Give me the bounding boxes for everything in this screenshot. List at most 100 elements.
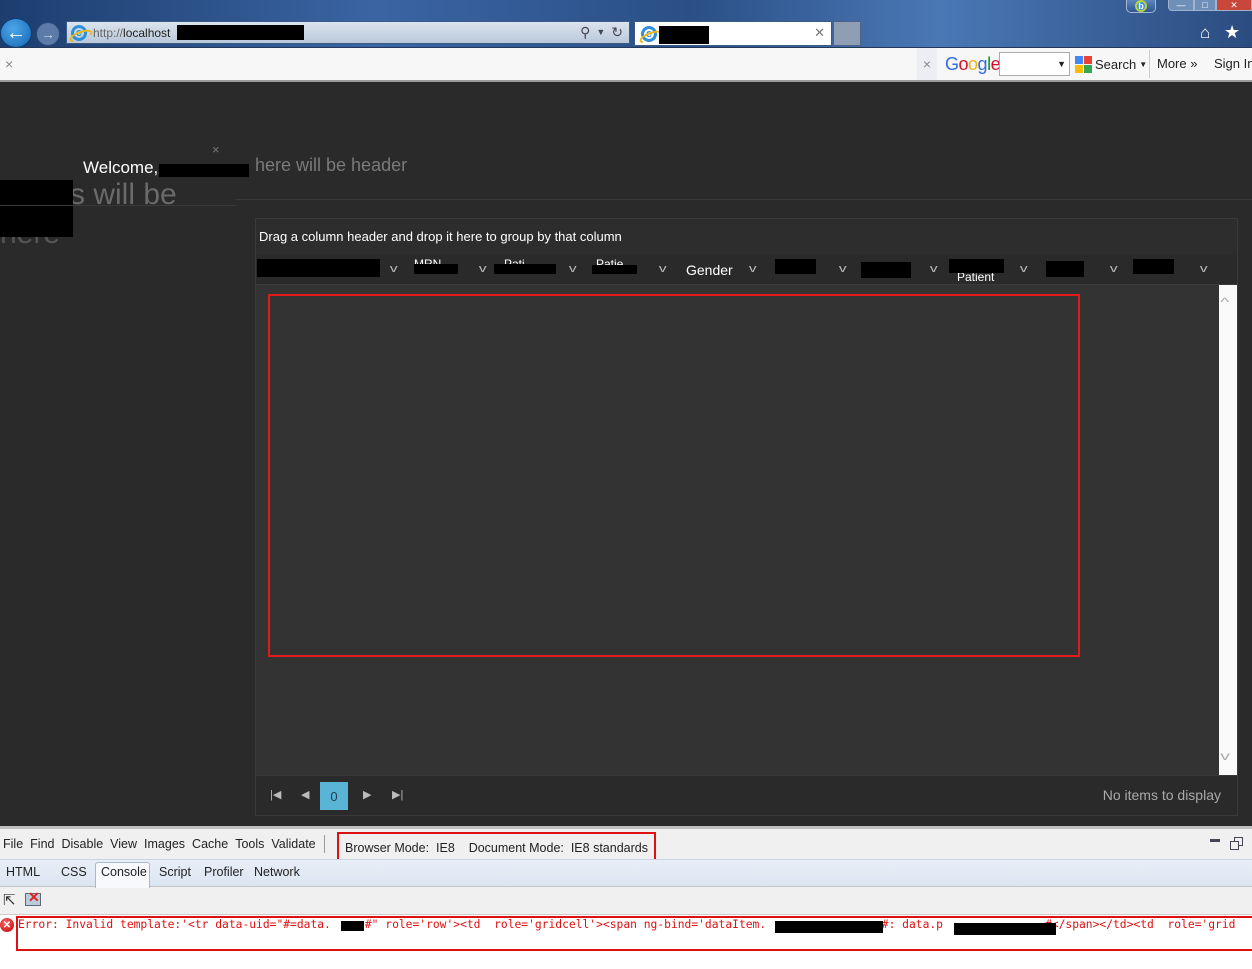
ie-tab-icon: e <box>641 25 657 42</box>
document-mode-selector[interactable]: Document Mode: IE8 standards <box>469 841 648 855</box>
vertical-scrollbar[interactable]: ^ v <box>1219 285 1237 775</box>
column-menu-icon[interactable]: v <box>479 263 487 275</box>
column-menu-icon[interactable]: v <box>390 263 398 275</box>
document-mode-value: IE8 standards <box>570 841 648 855</box>
refresh-icon[interactable]: ↻ <box>611 24 623 41</box>
last-page-icon[interactable]: ▶| <box>392 788 403 801</box>
undock-devtools-icon[interactable] <box>1230 837 1244 851</box>
menu-find[interactable]: Find <box>30 837 54 851</box>
tab-profiler[interactable]: Profiler <box>204 865 244 879</box>
console-toolbar: ⇱ ✕ <box>0 887 1252 915</box>
redacted-column-label <box>414 264 458 274</box>
forward-button[interactable]: → <box>36 22 60 46</box>
close-toolbar-icon[interactable]: × <box>5 56 13 72</box>
scroll-down-icon[interactable]: v <box>1220 749 1230 763</box>
more-button[interactable]: More » <box>1157 56 1197 71</box>
arrow-left-icon: ← <box>6 21 26 44</box>
grid-pager: |◀ ◀ 0 ▶ ▶| No items to display <box>256 775 1237 815</box>
column-menu-icon[interactable]: v <box>839 263 847 275</box>
sidebar-divider <box>0 205 236 206</box>
header-placeholder: here will be header <box>255 155 408 175</box>
scroll-up-icon[interactable]: ^ <box>1220 295 1229 309</box>
column-header[interactable]: Patient v <box>949 255 1039 285</box>
current-page-button[interactable]: 0 <box>320 782 348 810</box>
column-header[interactable]: v <box>861 255 951 285</box>
sign-in-link[interactable]: Sign In <box>1214 56 1252 71</box>
tab-script[interactable]: Script <box>159 865 191 879</box>
menu-file[interactable]: File <box>3 837 23 851</box>
new-tab-button[interactable] <box>833 21 861 46</box>
column-menu-icon[interactable]: v <box>1200 263 1208 275</box>
chevron-down-icon[interactable]: ▼ <box>1057 59 1066 69</box>
maximize-button[interactable]: □ <box>1194 0 1216 11</box>
favorites-star-icon[interactable]: ★ <box>1224 22 1240 43</box>
url-host: localhost <box>123 25 171 40</box>
menu-disable[interactable]: Disable <box>61 837 103 851</box>
select-element-cursor-icon[interactable]: ⇱ <box>3 891 16 909</box>
redacted-column-label <box>861 262 911 278</box>
tab-html[interactable]: HTML <box>6 865 40 879</box>
column-menu-icon[interactable]: v <box>569 263 577 275</box>
column-menu-icon[interactable]: v <box>930 263 938 275</box>
google-search-input[interactable]: ▼ <box>999 52 1070 76</box>
console-output: ✕ Error: Invalid template:'<tr data-uid=… <box>0 915 1252 969</box>
pager-info: No items to display <box>1102 787 1221 803</box>
address-bar[interactable]: e http://localhost ⚲ ▼ ↻ <box>66 21 630 44</box>
header-divider <box>236 199 1252 200</box>
close-google-bar-icon[interactable]: × <box>917 48 937 80</box>
back-button[interactable]: ← <box>0 18 32 48</box>
browser-mode-label: Browser Mode: <box>345 841 430 855</box>
developer-tools-panel: File Find Disable View Images Cache Tool… <box>0 826 1252 969</box>
welcome-text: Welcome, <box>83 158 159 177</box>
column-header[interactable]: v <box>1045 255 1135 285</box>
search-icon[interactable]: ⚲ <box>580 24 590 41</box>
arrow-right-icon: → <box>41 26 55 42</box>
column-menu-icon[interactable]: v <box>1020 263 1028 275</box>
menu-view[interactable]: View <box>110 837 137 851</box>
menu-images[interactable]: Images <box>144 837 185 851</box>
tab-console[interactable]: Console <box>101 865 147 879</box>
dropdown-icon[interactable]: ▼ <box>596 27 605 41</box>
error-icon: ✕ <box>0 918 14 932</box>
next-page-icon[interactable]: ▶ <box>363 788 371 801</box>
minimize-button[interactable]: — <box>1168 0 1194 11</box>
redacted-tab-title <box>659 26 709 44</box>
chevron-down-icon: ▼ <box>1139 60 1148 69</box>
close-icon[interactable]: × <box>212 142 220 157</box>
column-menu-icon[interactable]: v <box>749 263 757 275</box>
column-menu-icon[interactable]: v <box>1110 263 1118 275</box>
column-header[interactable]: MRNv <box>414 255 504 285</box>
column-header[interactable]: v <box>1133 255 1233 285</box>
tab-network[interactable]: Network <box>254 865 300 879</box>
bing-icon: b <box>1135 0 1147 12</box>
google-logo: Google <box>945 54 1001 74</box>
home-icon[interactable]: ⌂ <box>1200 23 1210 43</box>
tab-css[interactable]: CSS <box>61 865 87 879</box>
browser-mode-value: IE8 <box>436 841 455 855</box>
group-drop-area[interactable]: Drag a column header and drop it here to… <box>256 219 1237 255</box>
menu-cache[interactable]: Cache <box>192 837 228 851</box>
previous-page-icon[interactable]: ◀ <box>301 788 309 801</box>
menu-tools[interactable]: Tools <box>235 837 264 851</box>
column-menu-icon[interactable]: v <box>659 263 667 275</box>
close-window-button[interactable]: ✕ <box>1216 0 1252 11</box>
menu-divider <box>323 835 325 853</box>
close-tab-icon[interactable]: ✕ <box>814 25 825 41</box>
browser-mode-selector[interactable]: Browser Mode: IE8 <box>345 841 455 855</box>
column-header[interactable]: Pativ <box>494 255 584 285</box>
bing-button[interactable]: b <box>1126 0 1156 13</box>
clear-console-icon[interactable]: ✕ <box>25 889 41 906</box>
browser-tab[interactable]: e ✕ <box>634 21 832 46</box>
document-mode-label: Document Mode: <box>468 841 564 855</box>
column-header[interactable]: v <box>774 255 864 285</box>
google-search-button[interactable]: Search ▼ <box>1075 56 1147 73</box>
column-header[interactable]: v <box>257 255 407 285</box>
column-header[interactable]: Patie v <box>592 255 682 285</box>
ie-page-icon: e <box>71 24 87 41</box>
minimize-devtools-icon[interactable] <box>1210 839 1220 842</box>
redacted-url-path <box>177 25 304 40</box>
first-page-icon[interactable]: |◀ <box>270 788 281 801</box>
column-header-gender[interactable]: Gender v <box>686 255 776 285</box>
redacted-column-label <box>775 259 816 274</box>
menu-validate[interactable]: Validate <box>271 837 315 851</box>
